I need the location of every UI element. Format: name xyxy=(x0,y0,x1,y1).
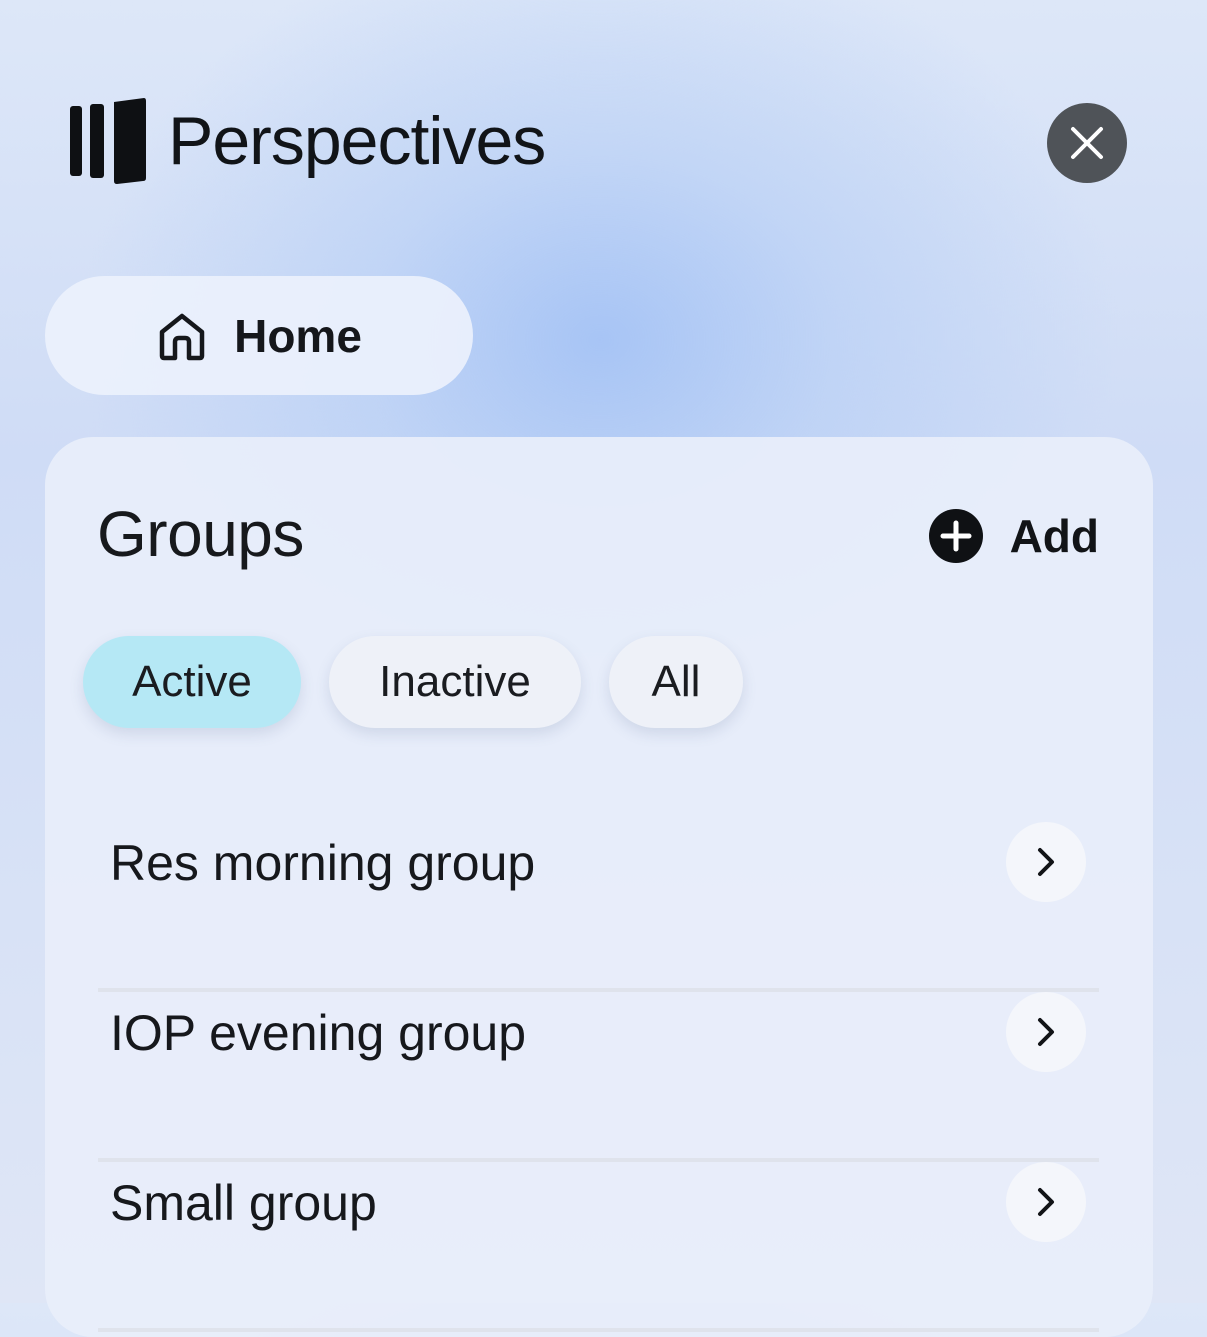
filter-tabs: Active Inactive All xyxy=(83,636,771,728)
chevron-right-icon xyxy=(1038,1188,1054,1216)
add-label: Add xyxy=(1009,510,1099,562)
home-icon xyxy=(159,313,205,360)
group-item-res-morning[interactable]: Res morning group xyxy=(98,822,1099,992)
app-header: Perspectives xyxy=(68,96,546,186)
groups-title: Groups xyxy=(97,498,304,570)
filter-inactive[interactable]: Inactive xyxy=(329,636,581,728)
home-label: Home xyxy=(234,309,362,362)
groups-panel: Groups Add Active Inactive All Res morni… xyxy=(45,437,1153,1337)
add-group-button[interactable]: Add xyxy=(928,508,1099,564)
filter-all[interactable]: All xyxy=(609,636,743,728)
filter-active[interactable]: Active xyxy=(83,636,301,728)
open-group-button[interactable] xyxy=(1006,992,1086,1072)
perspectives-logo-icon xyxy=(70,98,146,184)
group-item-iop-evening[interactable]: IOP evening group xyxy=(98,992,1099,1162)
chevron-right-icon xyxy=(1038,1018,1054,1046)
open-group-button[interactable] xyxy=(1006,1162,1086,1242)
group-name: Res morning group xyxy=(110,835,536,891)
chevron-right-icon xyxy=(1038,848,1054,876)
close-button[interactable] xyxy=(1047,103,1127,183)
close-icon xyxy=(1071,127,1103,159)
plus-circle-icon xyxy=(928,509,983,563)
app-title: Perspectives xyxy=(168,103,546,179)
home-button[interactable]: Home xyxy=(45,276,473,395)
group-list: Res morning group IOP evening group Smal… xyxy=(98,822,1099,1332)
group-name: Small group xyxy=(110,1175,377,1231)
group-name: IOP evening group xyxy=(110,1005,527,1061)
open-group-button[interactable] xyxy=(1006,822,1086,902)
group-item-small[interactable]: Small group xyxy=(98,1162,1099,1332)
